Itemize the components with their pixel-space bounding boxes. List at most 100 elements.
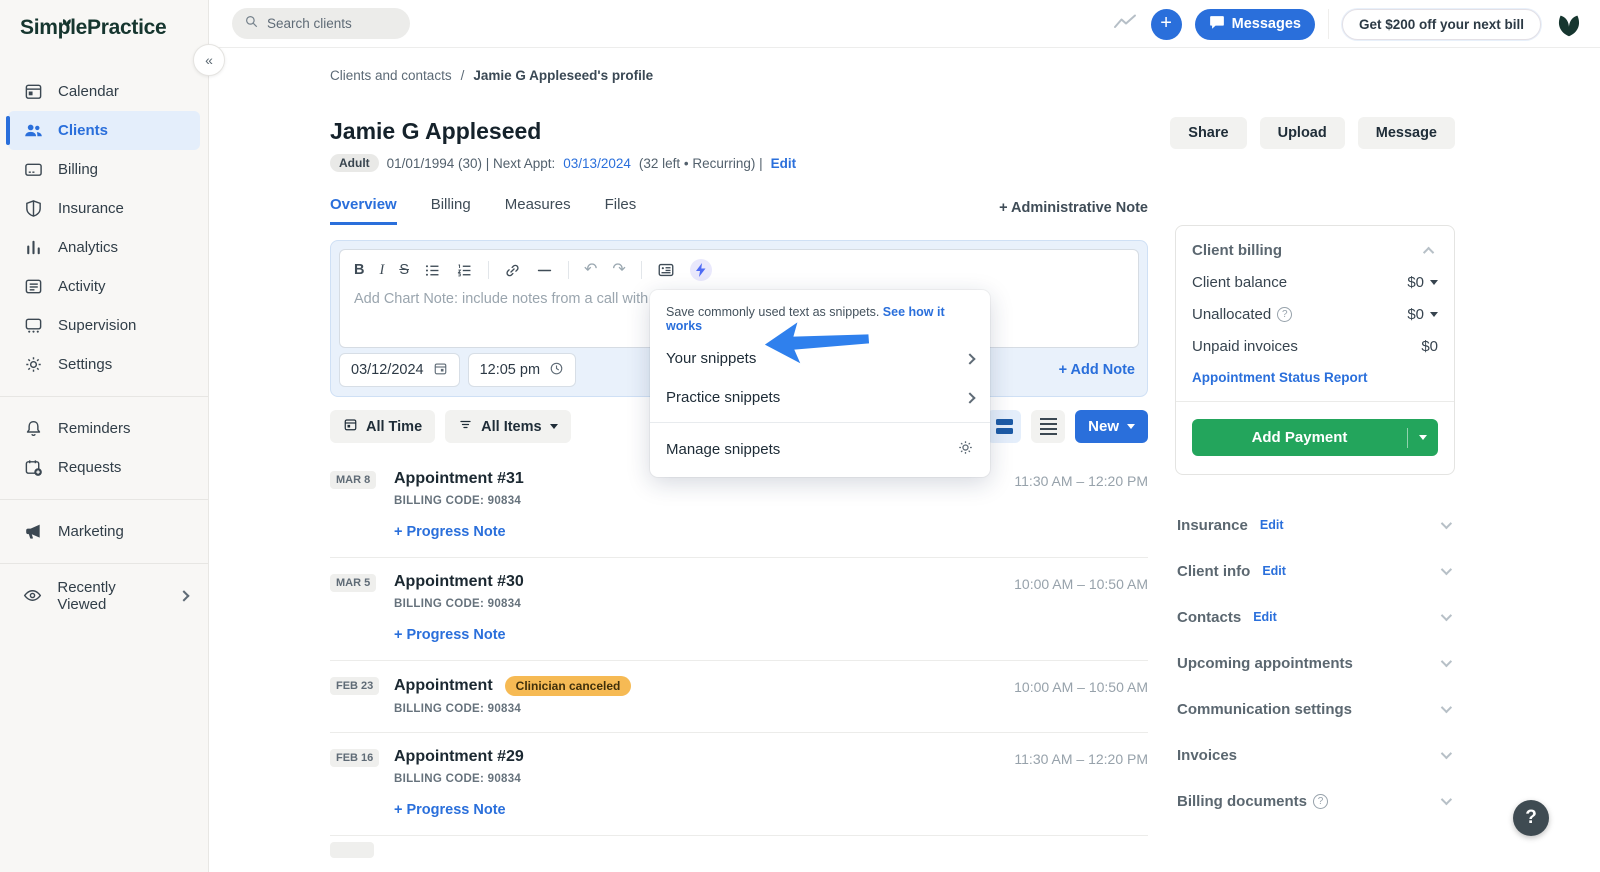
undo-icon[interactable]: ↶: [584, 261, 597, 279]
tab-overview[interactable]: Overview: [330, 196, 397, 225]
sidebar-nav: Calendar Clients Billing Insurance Analytics…: [0, 72, 208, 615]
section-contacts[interactable]: Contacts Edit: [1175, 594, 1455, 640]
sidebar-item-clients[interactable]: Clients: [6, 111, 200, 150]
create-new-button[interactable]: +: [1150, 8, 1182, 40]
trend-icon[interactable]: [1112, 13, 1138, 36]
app-logo[interactable]: SimplePractice: [0, 0, 208, 40]
sidebar-item-supervision[interactable]: Supervision: [8, 306, 200, 345]
tab-billing[interactable]: Billing: [431, 196, 471, 225]
note-time-input[interactable]: 12:05 pm: [467, 353, 577, 387]
share-button[interactable]: Share: [1170, 117, 1247, 149]
chevron-down-icon[interactable]: [1440, 793, 1453, 806]
sidebar-item-label: Recently Viewed: [57, 578, 116, 613]
add-payment-button[interactable]: Add Payment: [1192, 419, 1438, 456]
section-insurance[interactable]: Insurance Edit: [1175, 502, 1455, 548]
add-note-button[interactable]: + Add Note: [1059, 362, 1139, 378]
redo-icon[interactable]: ↷: [612, 261, 625, 279]
new-button[interactable]: New: [1075, 410, 1148, 443]
numbered-list-icon[interactable]: [456, 262, 473, 279]
appointment-status-report-link[interactable]: Appointment Status Report: [1192, 370, 1438, 385]
sidebar-item-insurance[interactable]: Insurance: [8, 189, 200, 228]
your-snippets-item[interactable]: Your snippets: [650, 339, 990, 378]
sidebar-item-calendar[interactable]: Calendar: [8, 72, 200, 111]
section-edit-link[interactable]: Edit: [1260, 518, 1284, 532]
chevron-down-icon[interactable]: [1440, 609, 1453, 622]
search-input[interactable]: [267, 16, 397, 31]
chevron-down-icon[interactable]: [1408, 435, 1438, 440]
chevron-down-icon[interactable]: [1440, 655, 1453, 668]
amount-text: $0: [1407, 306, 1424, 323]
sidebar-item-settings[interactable]: Settings: [8, 345, 200, 384]
list-view-toggle[interactable]: [1031, 410, 1066, 443]
italic-icon[interactable]: I: [379, 261, 384, 279]
bullet-list-icon[interactable]: [424, 262, 441, 279]
progress-note-link[interactable]: + Progress Note: [394, 524, 1148, 540]
help-icon[interactable]: ?: [1313, 793, 1329, 809]
search-bar[interactable]: [232, 8, 410, 39]
chevron-down-icon[interactable]: [1430, 312, 1438, 317]
strikethrough-icon[interactable]: S: [399, 261, 409, 279]
card-view-toggle[interactable]: [987, 410, 1022, 443]
note-date-input[interactable]: 03/12/2024: [339, 353, 460, 387]
appointment-time: 10:00 AM – 10:50 AM: [1014, 576, 1148, 592]
help-button[interactable]: ?: [1513, 800, 1549, 836]
client-billing-rows: Client balance $0 Unallocated? $0 Unpaid inv…: [1192, 274, 1438, 355]
snippets-lightning-icon[interactable]: [689, 259, 712, 281]
sidebar-item-recently-viewed[interactable]: Recently Viewed: [8, 576, 200, 615]
billing-row-value[interactable]: $0: [1407, 274, 1438, 291]
billing-row-value[interactable]: $0: [1407, 306, 1438, 323]
messages-button[interactable]: Messages: [1194, 8, 1315, 40]
section-upcoming-appointments[interactable]: Upcoming appointments: [1175, 640, 1455, 686]
section-communication-settings[interactable]: Communication settings: [1175, 686, 1455, 732]
sidebar-item-reminders[interactable]: Reminders: [8, 409, 200, 448]
section-client-info[interactable]: Client info Edit: [1175, 548, 1455, 594]
chevron-up-icon[interactable]: [1422, 246, 1435, 258]
promo-label: Get $200 off your next bill: [1358, 16, 1524, 32]
practice-snippets-item[interactable]: Practice snippets: [650, 378, 990, 417]
sidebar-item-requests[interactable]: Requests: [8, 448, 200, 487]
promo-button[interactable]: Get $200 off your next bill: [1341, 8, 1541, 40]
breadcrumb-current: Jamie G Appleseed's profile: [473, 68, 654, 83]
link-icon[interactable]: [504, 262, 521, 279]
sidebar-collapse-button[interactable]: «: [193, 44, 225, 76]
sidebar-item-analytics[interactable]: Analytics: [8, 228, 200, 267]
chevron-down-icon[interactable]: [1440, 747, 1453, 760]
section-invoices[interactable]: Invoices: [1175, 732, 1455, 778]
sidebar-item-activity[interactable]: Activity: [8, 267, 200, 306]
appointment-title[interactable]: Appointment: [394, 677, 493, 695]
time-filter-button[interactable]: All Time: [330, 410, 436, 443]
next-appt-date-link[interactable]: 03/13/2024: [563, 156, 631, 171]
message-button[interactable]: Message: [1357, 117, 1455, 149]
template-card-icon[interactable]: [657, 261, 675, 279]
chevron-down-icon[interactable]: [1440, 701, 1453, 714]
appointment-title[interactable]: Appointment #31: [394, 470, 524, 488]
sidebar-item-billing[interactable]: Billing: [8, 150, 200, 189]
administrative-note-button[interactable]: + Administrative Note: [999, 200, 1148, 225]
chevron-down-icon[interactable]: [1440, 517, 1453, 530]
section-billing-documents[interactable]: Billing documents?: [1175, 778, 1455, 824]
client-meta: Adult 01/01/1994 (30) | Next Appt: 03/13…: [330, 154, 796, 172]
help-icon[interactable]: ?: [1277, 307, 1293, 322]
gear-icon: [957, 439, 974, 460]
upload-button[interactable]: Upload: [1259, 117, 1345, 149]
tab-files[interactable]: Files: [605, 196, 637, 225]
appointment-title[interactable]: Appointment #30: [394, 573, 524, 591]
chevron-down-icon[interactable]: [1440, 563, 1453, 576]
manage-snippets-item[interactable]: Manage snippets: [650, 428, 990, 471]
items-filter-button[interactable]: All Items: [445, 410, 571, 443]
section-edit-link[interactable]: Edit: [1262, 564, 1286, 578]
progress-note-link[interactable]: + Progress Note: [394, 802, 1148, 818]
appointment-title[interactable]: Appointment #29: [394, 748, 524, 766]
breadcrumb-parent[interactable]: Clients and contacts: [330, 68, 452, 83]
section-edit-link[interactable]: Edit: [1253, 610, 1277, 624]
bold-icon[interactable]: B: [354, 261, 364, 279]
tab-measures[interactable]: Measures: [505, 196, 571, 225]
sidebar-item-label: Settings: [58, 356, 113, 373]
chevron-down-icon[interactable]: [1430, 280, 1438, 285]
progress-note-link[interactable]: + Progress Note: [394, 627, 1148, 643]
client-meta-edit-link[interactable]: Edit: [771, 156, 797, 171]
chevron-down-icon: [549, 424, 558, 429]
account-avatar[interactable]: [1554, 9, 1584, 39]
horizontal-rule-icon[interactable]: [536, 262, 553, 279]
sidebar-item-marketing[interactable]: Marketing: [8, 512, 200, 551]
